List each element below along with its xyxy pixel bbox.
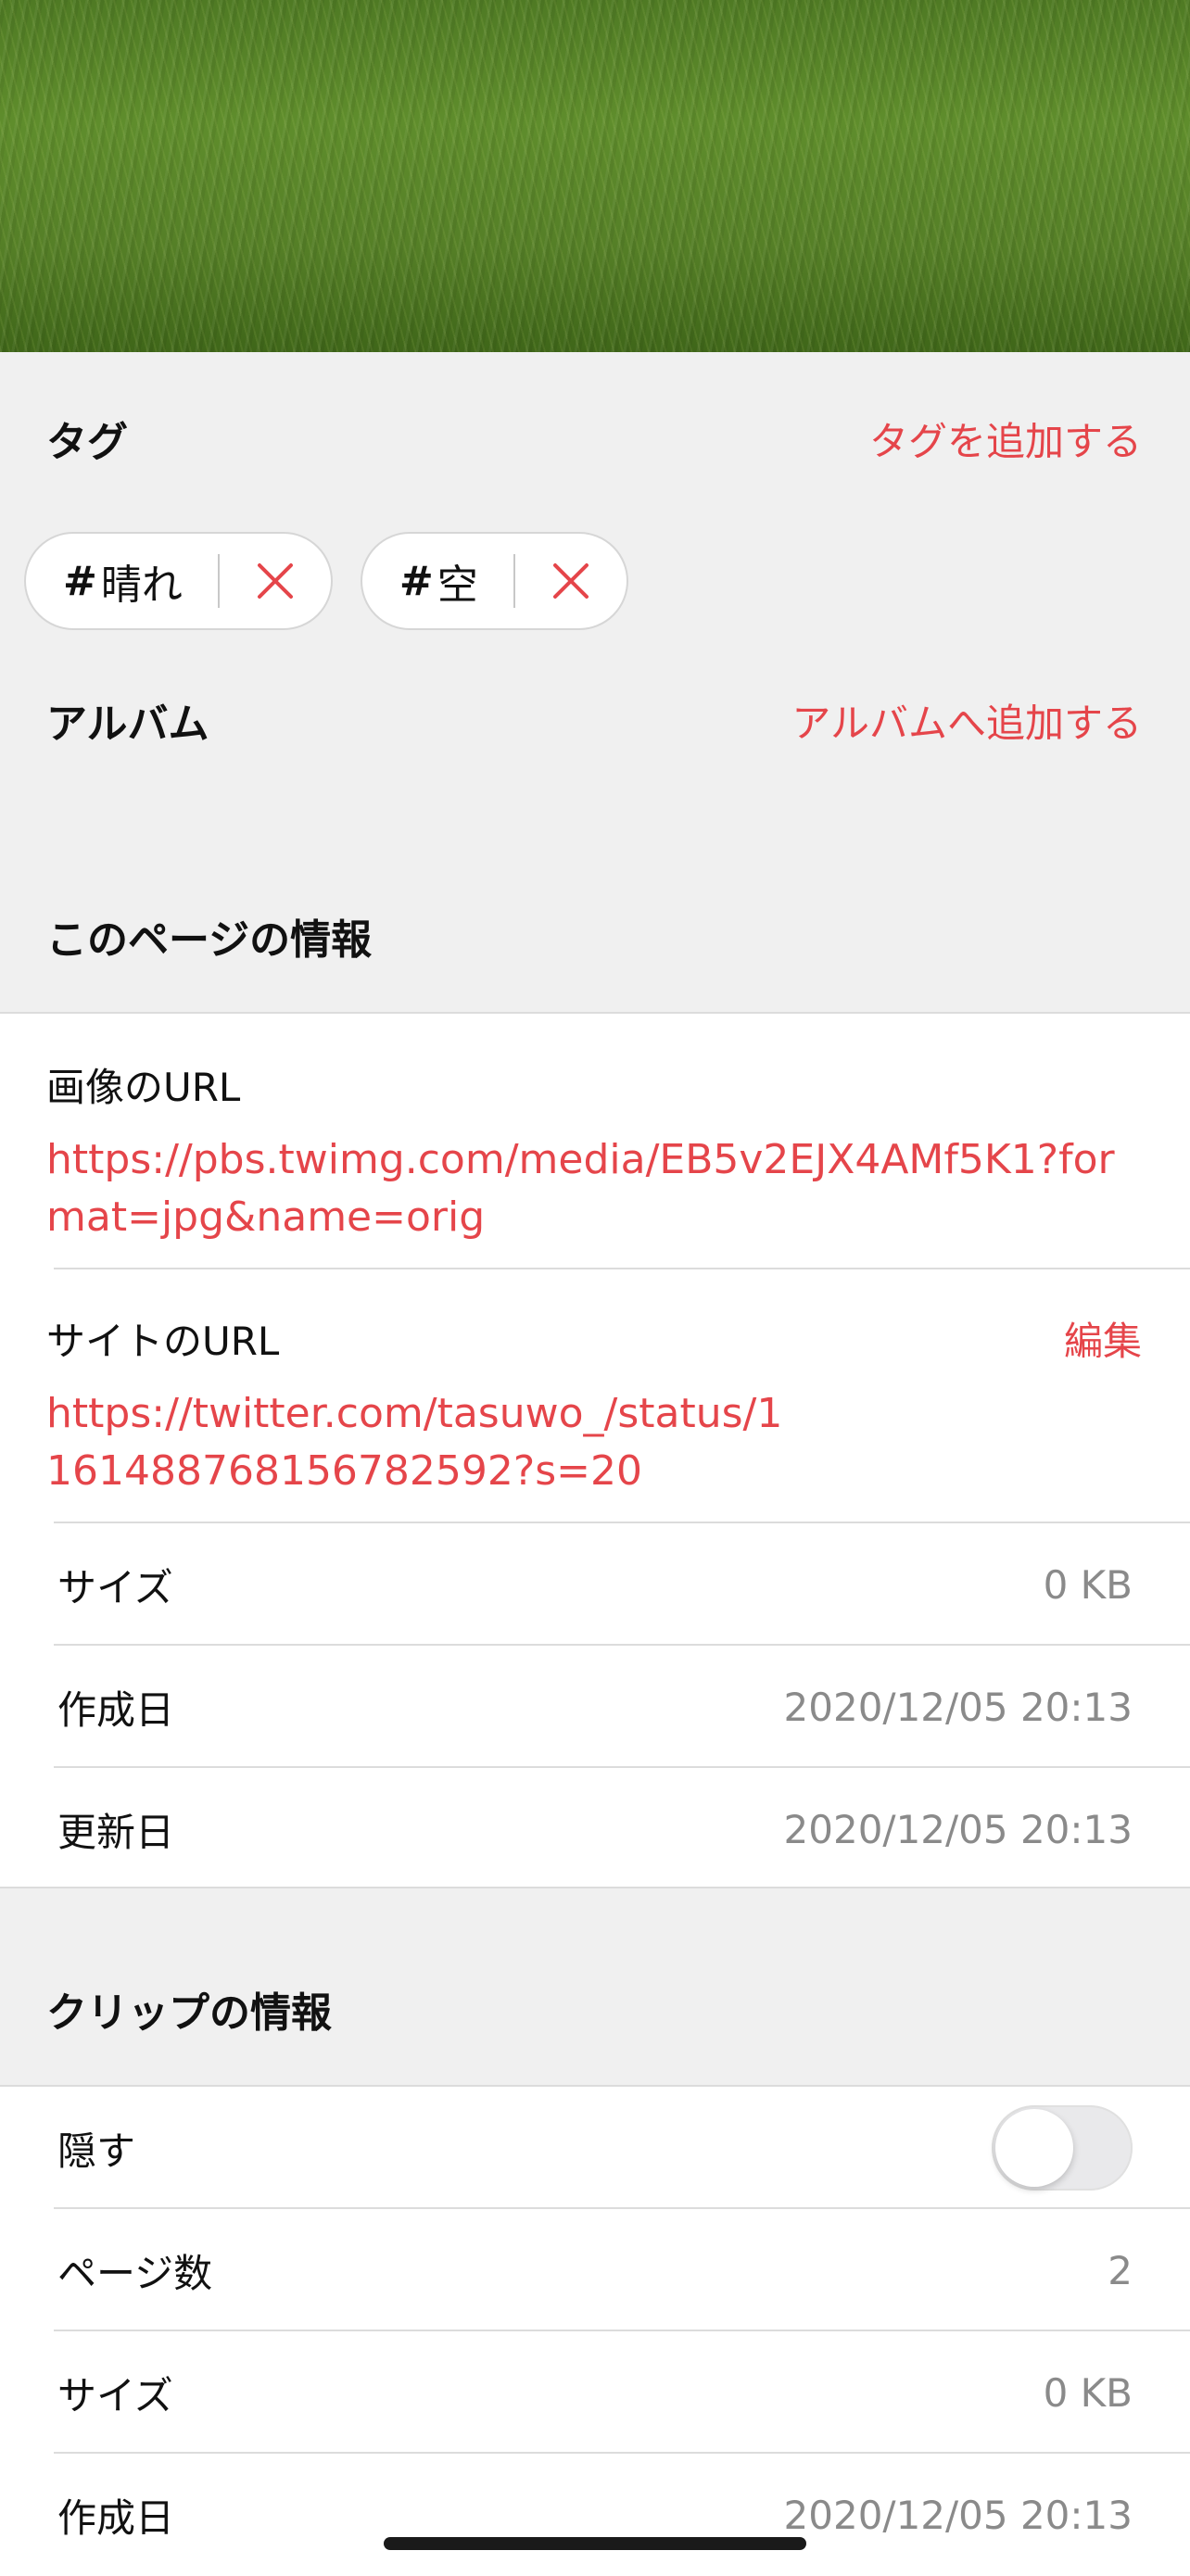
row-label: 作成日 — [57, 1686, 175, 1733]
site-url-block: サイトのURL 編集 https://twitter.com/tasuwo_/s… — [0, 1310, 1190, 1500]
image-url-link[interactable]: https://pbs.twimg.com/media/EB5v2EJX4AMf… — [46, 1131, 1144, 1246]
row-value: 0 KB — [1043, 2369, 1133, 2416]
album-heading: アルバム — [46, 701, 209, 748]
clip-info-panel: 隠す ページ数 2 サイズ 0 KB 作成日 2020/12/05 20:13 — [0, 2085, 1190, 2576]
row-label: サイズ — [57, 2372, 173, 2418]
album-header: アルバム アルバムへ追加する — [0, 678, 1190, 762]
row-value: 2020/12/05 20:13 — [783, 1806, 1133, 1852]
hash-icon: # — [399, 557, 434, 605]
tags-header: タグ タグを追加する — [0, 397, 1190, 480]
row-value: 2020/12/05 20:13 — [783, 2492, 1133, 2538]
remove-tag-icon[interactable] — [255, 561, 296, 601]
tag-chip[interactable]: # 空 — [360, 532, 628, 630]
site-url-label: サイトのURL — [46, 1319, 280, 1364]
remove-tag-icon[interactable] — [551, 561, 591, 601]
hide-toggle[interactable] — [992, 2105, 1133, 2191]
add-tag-button[interactable]: タグを追加する — [869, 410, 1142, 467]
site-url-link[interactable]: https://twitter.com/tasuwo_/status/11614… — [46, 1385, 806, 1500]
hash-icon: # — [63, 557, 97, 605]
row-label: サイズ — [57, 1564, 173, 1610]
chip-divider — [217, 554, 220, 608]
divider — [54, 1268, 1190, 1269]
tag-chip[interactable]: # 晴れ — [24, 532, 333, 630]
image-url-label: 画像のURL — [46, 1065, 241, 1110]
home-indicator[interactable] — [384, 2537, 806, 2550]
site-url-header: サイトのURL 編集 — [46, 1310, 1144, 1367]
row-value: 2 — [1108, 2247, 1133, 2293]
row-label: ページ数 — [57, 2250, 213, 2296]
panel-bottom-border — [0, 1887, 1190, 1888]
clip-image[interactable] — [0, 0, 1190, 352]
page-created-row: 作成日 2020/12/05 20:13 — [0, 1646, 1190, 1768]
edit-site-url-button[interactable]: 編集 — [1064, 1310, 1142, 1367]
hide-row: 隠す — [0, 2087, 1190, 2209]
tag-chip-list: # 晴れ # 空 — [24, 532, 628, 630]
clip-created-row: 作成日 2020/12/05 20:13 — [0, 2454, 1190, 2576]
toggle-knob — [995, 2109, 1073, 2187]
tag-label: 空 — [437, 562, 478, 609]
page-info-heading: このページの情報 — [46, 916, 373, 964]
page-info-panel: 画像のURL https://pbs.twimg.com/media/EB5v2… — [0, 1012, 1190, 1888]
image-url-block: 画像のURL https://pbs.twimg.com/media/EB5v2… — [0, 1056, 1190, 1246]
page-size-row: サイズ 0 KB — [0, 1523, 1190, 1646]
tag-label: 晴れ — [100, 562, 183, 609]
row-label: 更新日 — [57, 1809, 175, 1855]
page-updated-row: 更新日 2020/12/05 20:13 — [0, 1768, 1190, 1890]
page-count-row: ページ数 2 — [0, 2209, 1190, 2331]
clip-size-row: サイズ 0 KB — [0, 2331, 1190, 2454]
tags-heading: タグ — [46, 419, 128, 466]
chip-divider — [513, 554, 515, 608]
clip-info-heading: クリップの情報 — [46, 1989, 332, 2037]
row-label: 作成日 — [57, 2494, 175, 2541]
hide-label: 隠す — [57, 2128, 136, 2174]
add-album-button[interactable]: アルバムへ追加する — [791, 692, 1142, 749]
row-value: 0 KB — [1043, 1561, 1133, 1608]
row-value: 2020/12/05 20:13 — [783, 1684, 1133, 1730]
